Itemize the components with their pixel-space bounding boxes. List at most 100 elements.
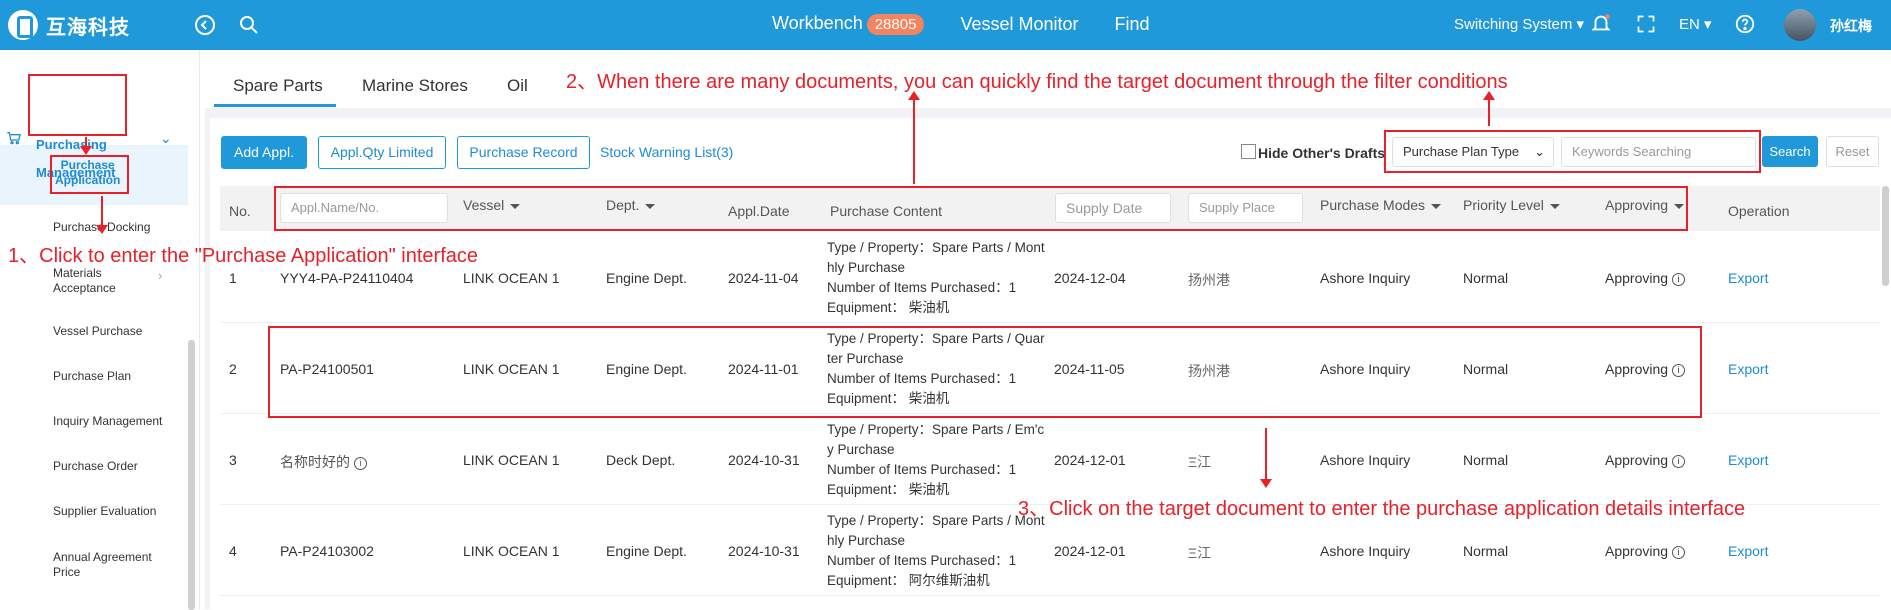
- export-link[interactable]: Export: [1728, 543, 1768, 559]
- row-supply-date: 2024-12-01: [1054, 452, 1126, 468]
- row-vessel: LINK OCEAN 1: [463, 452, 560, 468]
- chevron-down-icon: ▾: [1704, 16, 1712, 33]
- hide-drafts-checkbox[interactable]: [1241, 144, 1256, 159]
- row-no: 2: [229, 361, 237, 377]
- tab-oil[interactable]: Oil: [507, 76, 528, 96]
- search-button[interactable]: Search: [1762, 136, 1818, 167]
- sidebar-item-label: Acceptance: [53, 281, 116, 295]
- annotation-box-search-filters: [1384, 130, 1761, 173]
- chevron-right-icon: ›: [158, 268, 163, 283]
- info-icon[interactable]: i: [1672, 454, 1686, 468]
- annotation-arrow-3: [1260, 428, 1272, 488]
- row-no: 1: [229, 270, 237, 286]
- row-appl-name: YYY4-PA-P24110404: [280, 270, 414, 286]
- bell-icon[interactable]: [1590, 12, 1612, 34]
- fullscreen-icon[interactable]: [1636, 14, 1656, 34]
- cart-icon: [6, 130, 22, 146]
- add-appl-button[interactable]: Add Appl.: [221, 136, 307, 169]
- chevron-down-icon[interactable]: ⌄: [160, 130, 172, 147]
- sidebar-item-label: Materials: [53, 266, 102, 280]
- purchase-record-button[interactable]: Purchase Record: [457, 136, 590, 169]
- info-icon[interactable]: i: [1672, 272, 1686, 286]
- export-link[interactable]: Export: [1728, 270, 1768, 286]
- row-appl-date: 2024-10-31: [728, 543, 800, 559]
- language-dropdown[interactable]: EN ▾: [1679, 15, 1712, 33]
- stock-warning-link[interactable]: Stock Warning List(3): [600, 144, 733, 160]
- row-no: 4: [229, 543, 237, 559]
- appl-qty-limited-button[interactable]: Appl.Qty Limited: [318, 136, 446, 169]
- row-dept: Deck Dept.: [606, 452, 676, 468]
- sidebar-item-inquiry-management[interactable]: Inquiry Management: [53, 414, 162, 428]
- row-supply-place: Ξ江: [1188, 454, 1212, 470]
- col-operation: Operation: [1728, 203, 1790, 219]
- export-link[interactable]: Export: [1728, 452, 1768, 468]
- content-type: Type / Property：Spare Parts / Em'cy Purc…: [827, 422, 1045, 457]
- row-status: Approving i: [1605, 452, 1686, 468]
- content-items: Number of Items Purchased：1: [827, 280, 1017, 295]
- sidebar-scrollbar[interactable]: [188, 340, 195, 610]
- row-appl-name: PA-P24103002: [280, 543, 374, 559]
- row-priority: Normal: [1463, 270, 1509, 286]
- sidebar-item-materials-acceptance[interactable]: Materials Acceptance: [53, 266, 116, 296]
- row-supply-place: Ξ江: [1188, 545, 1212, 561]
- tab-marine-stores[interactable]: Marine Stores: [362, 76, 468, 96]
- row-supply-date: 2024-12-04: [1054, 270, 1126, 286]
- workbench-badge: 28805: [866, 14, 925, 35]
- sidebar-item-purchase-order[interactable]: Purchase Order: [53, 459, 138, 473]
- row-purchase-content: Type / Property：Spare Parts / Monthly Pu…: [827, 238, 1047, 318]
- tab-spare-parts[interactable]: Spare Parts: [233, 76, 323, 96]
- switching-system-label: Switching System: [1454, 16, 1573, 33]
- language-label: EN: [1679, 16, 1700, 33]
- info-icon[interactable]: i: [354, 456, 367, 470]
- user-name[interactable]: 孙红梅: [1830, 16, 1872, 36]
- row-purchase-mode: Ashore Inquiry: [1320, 452, 1411, 468]
- col-no: No.: [229, 203, 251, 219]
- annotation-arrow-1b: [96, 196, 108, 234]
- sidebar-item-vessel-purchase[interactable]: Vessel Purchase: [53, 324, 142, 338]
- nav-workbench[interactable]: Workbench 28805: [772, 13, 925, 35]
- annotation-2: 2、When there are many documents, you can…: [566, 71, 1508, 93]
- row-vessel: LINK OCEAN 1: [463, 543, 560, 559]
- reset-button[interactable]: Reset: [1826, 136, 1879, 167]
- top-bar: 互海科技 Workbench 28805 Vessel Monitor Find …: [0, 0, 1891, 50]
- sidebar-item-purchase-plan[interactable]: Purchase Plan: [53, 369, 131, 383]
- row-status-label: Approving: [1605, 452, 1669, 468]
- sidebar-item-supplier-evaluation[interactable]: Supplier Evaluation: [53, 504, 156, 518]
- content-type: Type / Property：Spare Parts / Monthly Pu…: [827, 513, 1045, 548]
- content-equipment: Equipment： 阿尔维斯油机: [827, 573, 990, 588]
- row-purchase-content: Type / Property：Spare Parts / Em'cy Purc…: [827, 420, 1047, 500]
- logo-text: 互海科技: [46, 16, 130, 39]
- table-scrollbar[interactable]: [1882, 186, 1889, 286]
- content-type: Type / Property：Spare Parts / Monthly Pu…: [827, 240, 1045, 275]
- logo-icon: [8, 10, 38, 40]
- row-appl-name: 名称时好的 i: [280, 452, 367, 472]
- switching-system-dropdown[interactable]: Switching System ▾: [1454, 15, 1584, 33]
- content-equipment: Equipment： 柴油机: [827, 300, 950, 315]
- content-items: Number of Items Purchased：1: [827, 462, 1017, 477]
- annotation-box-purchasing-management: [28, 74, 127, 136]
- row-divider: [220, 595, 1880, 596]
- sidebar-item-label: Price: [53, 565, 81, 579]
- logo[interactable]: 互海科技: [8, 10, 130, 40]
- annotation-3: 3、Click on the target document to enter …: [1018, 498, 1746, 520]
- sidebar-item-annual-agreement-price[interactable]: Annual Agreement Price: [53, 550, 152, 580]
- annotation-arrow-2a: [1483, 91, 1495, 126]
- export-link[interactable]: Export: [1728, 361, 1768, 377]
- annotation-arrow-1: [80, 137, 92, 155]
- chevron-down-icon: ▾: [1576, 16, 1585, 33]
- search-icon[interactable]: [237, 13, 261, 37]
- row-appl-name-label: 名称时好的: [280, 454, 350, 470]
- row-dept: Engine Dept.: [606, 270, 687, 286]
- back-icon[interactable]: [193, 13, 217, 37]
- info-icon[interactable]: i: [1672, 545, 1686, 559]
- help-icon[interactable]: [1734, 13, 1756, 35]
- row-appl-date: 2024-11-04: [728, 270, 799, 286]
- nav-vessel-monitor[interactable]: Vessel Monitor: [960, 14, 1078, 35]
- annotation-arrow-2b: [908, 91, 920, 184]
- row-priority: Normal: [1463, 543, 1509, 559]
- avatar[interactable]: [1784, 9, 1816, 41]
- row-dept: Engine Dept.: [606, 543, 687, 559]
- center-nav: Workbench 28805 Vessel Monitor Find: [772, 13, 1186, 35]
- row-appl-date: 2024-10-31: [728, 452, 800, 468]
- nav-find[interactable]: Find: [1115, 14, 1150, 35]
